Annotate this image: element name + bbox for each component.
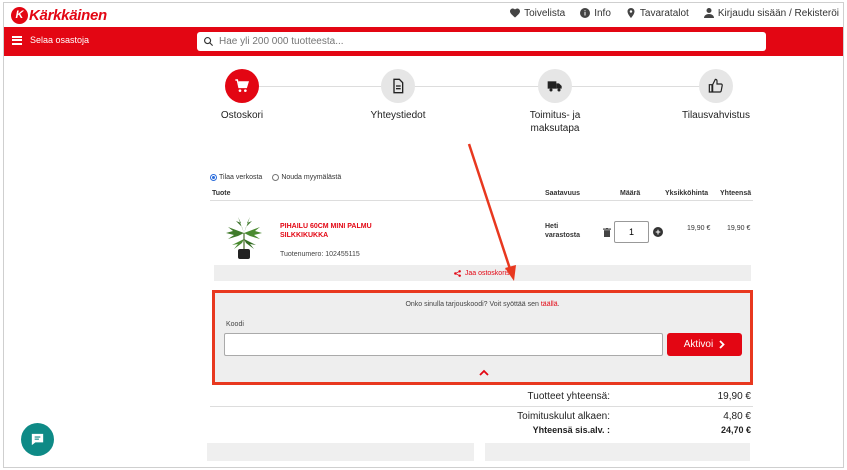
page-frame: K Kärkkäinen Toivelista Info Tavaratalot… — [3, 2, 844, 468]
product-availability: Heti varastosta — [545, 223, 581, 239]
hamburger-icon — [12, 35, 22, 45]
grand-total-label: Yhteensä sis.alv. : — [532, 425, 610, 435]
grand-total-value: 24,70 € — [720, 425, 751, 435]
info-link[interactable]: Info — [579, 7, 611, 19]
bottom-panel-right — [485, 443, 750, 461]
login-label: Kirjaudu sisään / Rekisteröi — [717, 7, 839, 19]
col-product: Tuote — [212, 190, 231, 197]
step-cart-label: Ostoskori — [220, 110, 264, 121]
chat-icon — [31, 433, 44, 446]
step-delivery-circle — [538, 69, 572, 103]
step-delivery[interactable]: Toimitus- ja maksutapa — [510, 69, 600, 135]
logo-badge: K — [11, 6, 28, 24]
radio-pickup-store[interactable]: Nouda myymälästä — [272, 174, 341, 181]
radio-order-online-label: Tilaa verkosta — [219, 174, 263, 181]
chevron-right-icon — [719, 340, 725, 349]
step-confirmation-label: Tilausvahvistus — [682, 110, 750, 121]
shipping-label: Toimituskulut alkaen: — [517, 411, 610, 422]
radio-pickup-store-label: Nouda myymälästä — [281, 174, 342, 181]
wishlist-link[interactable]: Toivelista — [509, 7, 565, 19]
products-total-value: 19,90 € — [717, 391, 751, 402]
browse-departments-label: Selaa osastoja — [30, 35, 90, 45]
radio-order-online-dot[interactable] — [210, 174, 217, 181]
activate-button[interactable]: Aktivoi — [667, 333, 742, 356]
product-number: Tuotenumero: 102455115 — [280, 251, 360, 258]
heart-icon — [510, 8, 521, 18]
checkout-steps: Ostoskori Yhteystiedot Toimitus- ja maks… — [204, 69, 764, 139]
cart-table-header: Tuote Saatavuus Määrä Yksikköhinta Yhtee… — [210, 187, 753, 201]
search-input[interactable] — [219, 36, 739, 47]
share-cart-label: Jaa ostoskorisi — [464, 269, 512, 277]
cart-table: Tuote Saatavuus Määrä Yksikköhinta Yhtee… — [210, 187, 753, 281]
user-icon — [703, 8, 714, 18]
promo-question-end: . — [557, 301, 560, 308]
code-field-label: Koodi — [226, 321, 244, 328]
promo-code-panel: Onko sinulla tarjouskoodi? Voit syöttää … — [212, 290, 753, 385]
promo-here-link[interactable]: täällä — [541, 301, 558, 308]
col-quantity: Määrä — [620, 190, 641, 197]
quantity-input[interactable] — [614, 221, 649, 243]
nav-bar: Selaa osastoja — [4, 27, 843, 56]
browse-departments-button[interactable]: Selaa osastoja — [12, 35, 89, 45]
step-contact-circle — [381, 69, 415, 103]
info-label: Info — [594, 7, 611, 19]
col-availability: Saatavuus — [545, 190, 581, 197]
promo-question: Onko sinulla tarjouskoodi? Voit syöttää … — [215, 301, 750, 308]
step-contact[interactable]: Yhteystiedot — [353, 69, 443, 122]
cart-icon — [235, 79, 249, 92]
trash-icon[interactable] — [603, 228, 611, 237]
radio-pickup-store-dot[interactable] — [272, 174, 280, 181]
col-unit-price: Yksikköhinta — [665, 190, 709, 197]
product-name-link[interactable]: PIHAILU 60CM MINI PALMU SILKKIKUKKA — [280, 222, 390, 240]
step-contact-label: Yhteystiedot — [370, 110, 426, 121]
product-image[interactable] — [224, 215, 264, 261]
activate-label: Aktivoi — [683, 339, 714, 350]
wishlist-label: Toivelista — [524, 7, 566, 19]
truck-icon — [547, 81, 562, 92]
top-bar: K Kärkkäinen Toivelista Info Tavaratalot… — [4, 3, 843, 27]
location-pin-icon — [627, 8, 635, 18]
stores-label: Tavaratalot — [639, 7, 689, 19]
share-icon — [453, 269, 461, 277]
step-cart-circle — [225, 69, 259, 103]
step-confirmation-circle — [699, 69, 733, 103]
chevron-up-icon[interactable] — [479, 369, 489, 376]
cart-item-row: PIHAILU 60CM MINI PALMU SILKKIKUKKA Tuot… — [210, 201, 753, 265]
thumbs-up-icon — [708, 78, 723, 93]
search-icon — [204, 37, 214, 47]
search-box[interactable] — [197, 32, 766, 51]
products-total-label: Tuotteet yhteensä: — [527, 391, 610, 402]
chat-button[interactable] — [21, 423, 54, 456]
promo-question-text: Onko sinulla tarjouskoodi? Voit syöttää … — [405, 301, 539, 308]
increase-quantity-button[interactable]: + — [653, 227, 663, 237]
step-cart[interactable]: Ostoskori — [197, 69, 287, 122]
stores-link[interactable]: Tavaratalot — [625, 7, 689, 19]
logo-text: Kärkkäinen — [29, 6, 107, 24]
logo[interactable]: K Kärkkäinen — [11, 6, 107, 24]
bottom-panel-left — [207, 443, 474, 461]
share-cart-button[interactable]: Jaa ostoskorisi — [214, 265, 751, 281]
shipping-value: 4,80 € — [723, 411, 751, 422]
step-delivery-label: Toimitus- ja maksutapa — [529, 110, 581, 134]
totals-divider — [210, 406, 753, 407]
delivery-options: Tilaa verkosta Nouda myymälästä — [210, 174, 341, 181]
step-confirmation[interactable]: Tilausvahvistus — [671, 69, 761, 122]
top-links: Toivelista Info Tavaratalot Kirjaudu sis… — [509, 7, 839, 19]
radio-order-online[interactable]: Tilaa verkosta — [210, 174, 262, 181]
unit-price: 19,90 € — [687, 225, 711, 232]
info-icon — [580, 8, 591, 18]
steps-connector — [244, 86, 724, 87]
line-total: 19,90 € — [727, 225, 751, 232]
document-icon — [393, 78, 404, 94]
login-link[interactable]: Kirjaudu sisään / Rekisteröi — [703, 7, 839, 19]
col-total: Yhteensä — [720, 190, 752, 197]
promo-code-input[interactable] — [224, 333, 663, 356]
